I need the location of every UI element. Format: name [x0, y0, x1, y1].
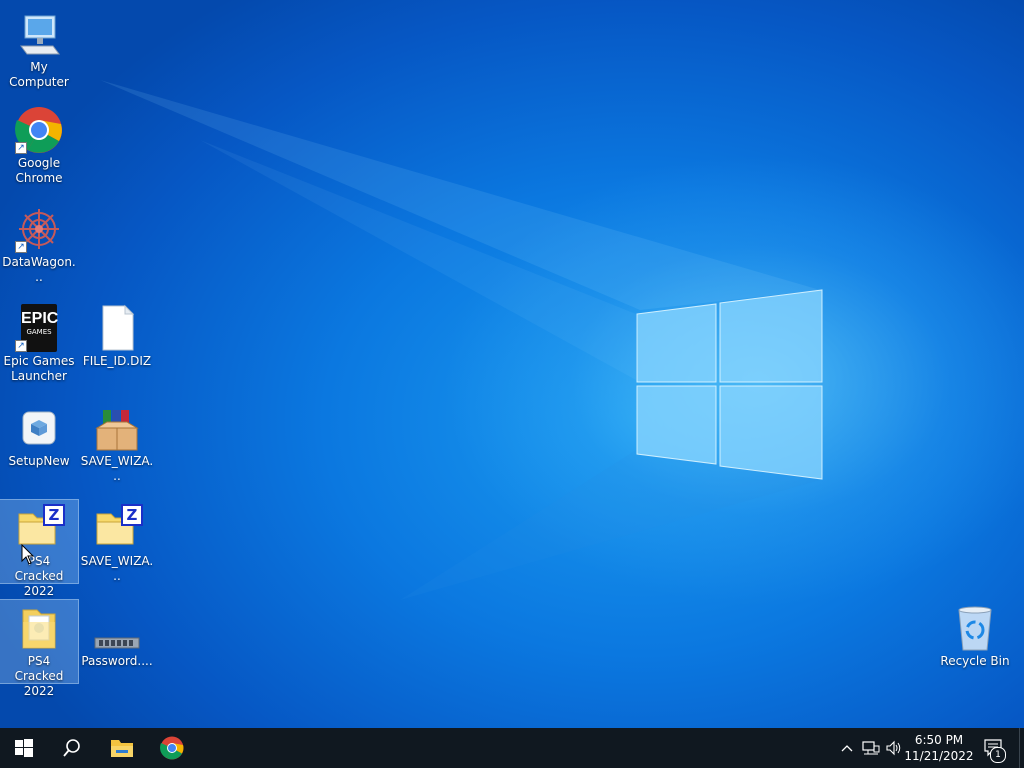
datawagon-icon: ↗	[15, 205, 63, 253]
icon-label: Password....	[81, 654, 153, 668]
epic-games-icon: EPIC GAMES ↗	[15, 304, 63, 352]
chevron-up-icon	[841, 745, 853, 752]
recycle-bin-icon	[951, 604, 999, 652]
chrome-icon: ↗	[15, 106, 63, 154]
zip-folder-icon: Z	[93, 504, 143, 552]
desktop-icon-google-chrome[interactable]: ↗ Google Chrome	[0, 102, 78, 186]
chrome-icon	[160, 736, 184, 760]
zip-letter-icon: Z	[121, 504, 143, 526]
desktop-icon-my-computer[interactable]: My Computer	[0, 6, 78, 90]
epic-logo-text: EPIC	[21, 310, 59, 327]
icon-label: SAVE_WIZA...	[80, 554, 154, 583]
search-button[interactable]	[48, 728, 96, 768]
shortcut-arrow-icon: ↗	[15, 340, 27, 352]
windows-logo-icon	[15, 739, 33, 757]
desktop-icon-save-wizard-zip[interactable]: Z SAVE_WIZA...	[78, 500, 156, 584]
show-hidden-icons-button[interactable]	[838, 728, 856, 768]
desktop-icon-datawagon[interactable]: ↗ DataWagon...	[0, 201, 78, 285]
taskbar-clock[interactable]: 6:50 PM 11/21/2022	[900, 732, 978, 764]
taskbar-file-explorer[interactable]	[98, 728, 146, 768]
taskbar: 6:50 PM 11/21/2022 1	[0, 728, 1024, 768]
wallpaper-windows-logo	[636, 289, 823, 480]
desktop-icon-recycle-bin[interactable]: Recycle Bin	[936, 600, 1014, 669]
taskbar-chrome[interactable]	[148, 728, 196, 768]
icon-label: Recycle Bin	[940, 654, 1010, 668]
desktop-icon-file-id-diz[interactable]: FILE_ID.DIZ	[78, 300, 156, 369]
clock-time: 6:50 PM	[914, 733, 964, 747]
icon-label: SAVE_WIZA...	[80, 454, 154, 483]
action-center-button[interactable]: 1	[980, 728, 1008, 768]
winrar-archive-icon	[93, 404, 141, 452]
icon-label: SetupNew	[8, 454, 70, 468]
show-desktop-button[interactable]	[1019, 728, 1024, 768]
epic-logo-subtext: GAMES	[26, 328, 52, 336]
desktop-icon-epic-games-launcher[interactable]: EPIC GAMES ↗ Epic Games Launcher	[0, 300, 78, 384]
icon-label: DataWagon...	[2, 255, 76, 284]
icon-label: FILE_ID.DIZ	[82, 354, 152, 368]
search-icon	[63, 739, 80, 757]
mouse-cursor-icon	[21, 544, 35, 565]
zip-letter-icon: Z	[43, 504, 65, 526]
start-button[interactable]	[0, 728, 48, 768]
icon-label: PS4 Cracked 2022	[14, 554, 64, 598]
icon-label: PS4 Cracked 2022	[14, 654, 64, 698]
notification-count-badge: 1	[990, 747, 1006, 763]
password-file-icon	[93, 604, 141, 652]
clock-date: 11/21/2022	[904, 749, 974, 763]
file-explorer-icon	[111, 740, 133, 757]
text-file-icon	[93, 304, 141, 352]
desktop: My Computer ↗ Google Chrome ↗ DataWagon.…	[0, 0, 1024, 728]
network-icon	[862, 741, 880, 755]
icon-label: Google Chrome	[15, 156, 63, 185]
network-tray-button[interactable]	[860, 728, 882, 768]
shortcut-arrow-icon: ↗	[15, 142, 27, 154]
desktop-icon-password[interactable]: Password....	[78, 600, 156, 669]
computer-icon	[15, 10, 63, 58]
folder-icon	[15, 604, 63, 652]
desktop-icon-ps4-cracked-zip[interactable]: Z PS4 Cracked 2022	[0, 499, 79, 598]
desktop-icon-setupnew[interactable]: SetupNew	[0, 400, 78, 469]
desktop-icon-save-wizard-archive[interactable]: SAVE_WIZA...	[78, 400, 156, 484]
shortcut-arrow-icon: ↗	[15, 241, 27, 253]
desktop-icon-ps4-cracked-folder[interactable]: PS4 Cracked 2022	[0, 599, 79, 698]
installer-icon	[15, 404, 63, 452]
icon-label: Epic Games Launcher	[3, 354, 75, 383]
icon-label: My Computer	[9, 60, 69, 89]
